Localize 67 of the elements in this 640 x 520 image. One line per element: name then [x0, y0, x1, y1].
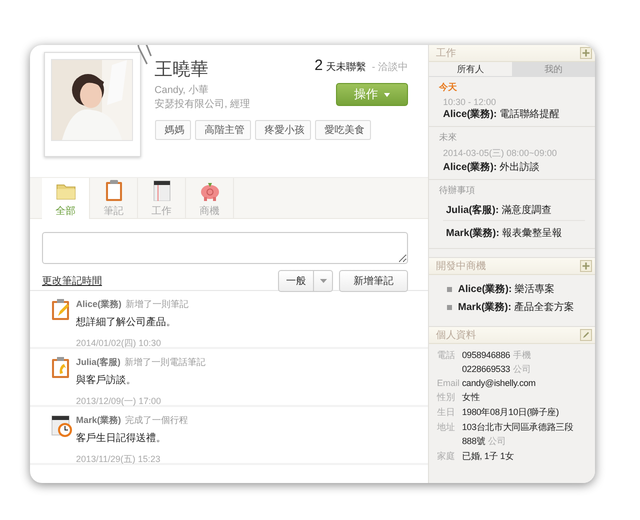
bullet-icon — [447, 304, 452, 310]
field-value: 0958946886 — [462, 350, 510, 360]
days-count: 2 — [314, 57, 323, 74]
activity-user[interactable]: Mark(業務) — [76, 414, 122, 427]
note-edit-icon — [50, 298, 72, 321]
tag[interactable]: 愛吃美食 — [314, 120, 371, 140]
change-time-link[interactable]: 更改筆記時間 — [42, 274, 102, 288]
field-label: 生日 — [437, 406, 456, 419]
contact-company: 安瑟投有限公司, 經理 — [154, 98, 252, 112]
note-phone-icon — [50, 356, 72, 379]
activity-user[interactable]: Alice(業務) — [76, 298, 122, 311]
activity-time: 2013/12/09(一) 17:00 — [76, 395, 162, 408]
section-title: 待辦事項 — [439, 184, 476, 197]
task-item[interactable]: Alice(業務): 外出訪談 — [443, 160, 585, 174]
field-label: 地址 — [437, 421, 456, 434]
days-label: 天未聯繫 — [326, 60, 366, 74]
field-value: 0228669533 — [462, 364, 510, 374]
section-title: 未來 — [439, 131, 458, 144]
task-time: 2014-03-05(三) 08:00~09:00 — [443, 147, 558, 160]
deal-item[interactable]: Mark(業務): 產品全套方案 — [458, 300, 574, 314]
status-label: - 洽談中 — [372, 60, 408, 74]
tag[interactable]: 高階主管 — [194, 120, 251, 140]
field-value: 1980年08月10日(獅子座) — [462, 407, 559, 417]
field-label: Email — [437, 378, 461, 389]
task-item[interactable]: Alice(業務): 電話聯絡提醒 — [443, 107, 585, 121]
task-item[interactable]: Mark(業務): 報表彙整呈報 — [443, 223, 585, 243]
activity-text: 想詳細了解公司產品。 — [76, 316, 177, 329]
paperclip-icon — [136, 45, 152, 66]
field-label: 家庭 — [437, 450, 456, 463]
activity-user[interactable]: Julia(客服) — [76, 356, 121, 369]
type-select[interactable]: 一般 — [278, 270, 333, 292]
deal-item[interactable]: Alice(業務): 樂活專案 — [458, 282, 555, 296]
field-label: 電話 — [437, 349, 456, 362]
caret-icon — [320, 279, 326, 283]
task-time: 10:30 - 12:00 — [443, 97, 498, 107]
activity-time: 2014/01/02(四) 10:30 — [76, 337, 162, 350]
activity-text: 與客戶訪談。 — [76, 374, 137, 387]
activity-action: 新增了一則電話筆記 — [124, 356, 206, 369]
activity-action: 完成了一個行程 — [125, 414, 188, 427]
tag[interactable]: 媽媽 — [154, 120, 191, 140]
field-note: 手機 — [513, 350, 532, 360]
section-title: 今天 — [439, 81, 458, 94]
tag[interactable]: 疼愛小孩 — [254, 120, 311, 140]
task-item[interactable]: Julia(客服): 滿意度調查 — [443, 200, 585, 221]
contact-aliases: Candy, 小華 — [154, 84, 210, 98]
field-note: 公司 — [488, 436, 506, 446]
add-note-button[interactable]: 新增筆記 — [339, 270, 408, 292]
activity-text: 客戶生日記得送禮。 — [76, 432, 167, 445]
contact-name: 王曉華 — [154, 58, 210, 81]
field-value: 女性 — [462, 392, 480, 402]
field-value: 103台北市大同區承德路三段 — [462, 422, 574, 432]
panel-title: 開發中商機 — [436, 260, 486, 273]
field-note: 公司 — [513, 364, 532, 374]
activity-time: 2013/11/29(五) 15:23 — [76, 453, 162, 466]
calendar-clock-icon — [50, 414, 72, 437]
panel-title: 工作 — [436, 47, 456, 60]
pencil-icon — [580, 329, 592, 341]
plus-icon — [580, 47, 592, 59]
bullet-icon — [447, 286, 452, 292]
panel-title: 個人資料 — [436, 328, 476, 342]
note-input-field[interactable] — [42, 232, 408, 264]
field-value: 已婚, 1子 1女 — [462, 451, 514, 461]
plus-icon — [580, 260, 592, 272]
activity-action: 新增了一則筆記 — [126, 298, 189, 311]
field-label: 性別 — [437, 391, 456, 404]
field-value: 888號 — [462, 436, 486, 446]
field-value: candy@ishelly.com — [462, 378, 536, 388]
